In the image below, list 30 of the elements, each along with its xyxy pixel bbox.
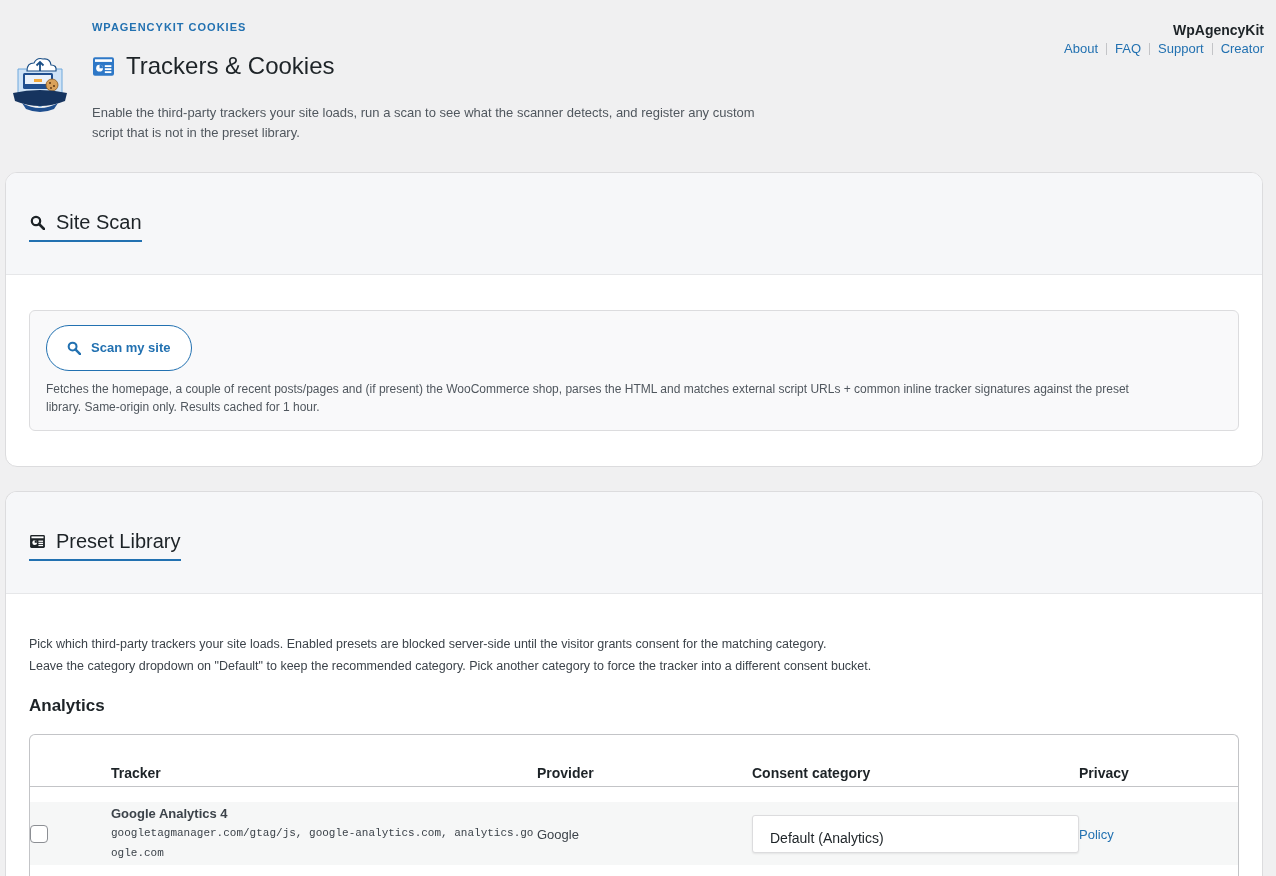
header-link[interactable]: FAQ [1115,40,1142,58]
group-title: Analytics [29,695,106,717]
plugin-label: WPAGENCYKIT COOKIES [92,20,248,35]
brand-name: WpAgencyKit [1173,21,1264,40]
column-header: Provider [537,764,595,782]
header-link[interactable]: Support [1158,40,1204,58]
intro-text: Leave the category dropdown on "Default" to keep the recommended category. Pick another category to force the tracker into a different consent bucket. [29,658,873,675]
card-icon [93,56,114,76]
section-title: Site Scan [56,210,142,235]
search-icon [67,341,81,355]
search-icon [30,214,45,230]
card-icon [30,534,45,548]
intro-text: Pick which third-party trackers your site loads. Enabled presets are blocked server-side until the visitor grants consent for the matching category. [29,636,828,653]
checkbox[interactable] [30,825,48,843]
logo [10,55,70,113]
category-select[interactable]: Default (Analytics) [752,815,1079,853]
tracker-name: Google Analytics 4 [111,805,229,823]
scan-button[interactable]: Scan my site [46,325,192,371]
page-title: Trackers & Cookies [126,51,335,81]
header-link[interactable]: Creator [1220,40,1264,58]
privacy-link[interactable]: Policy [1079,827,1114,842]
column-header: Consent category [752,764,872,782]
column-header: Privacy [1079,764,1130,782]
provider-cell-text: Google [537,826,580,844]
header-link[interactable]: About [1064,40,1099,58]
section-title: Preset Library [56,529,181,554]
scan-description: Fetches the homepage, a couple of recent posts/pages and (if present) the WooCommerce shop, parses the HTML and matches external script URLs + common inline tracker signatures against the preset library. Same-origin only. Results cached for 1 hour. [46,381,1130,416]
column-header: Tracker [111,764,162,782]
page-description: Enable the third-party trackers your site loads, run a scan to see what the scanner detects, and register any custom script that is not in the preset library. [92,104,756,142]
tracker-domains: googletagmanager.com/gtag/js, google-analytics.com, analytics.google.com [111,826,535,861]
